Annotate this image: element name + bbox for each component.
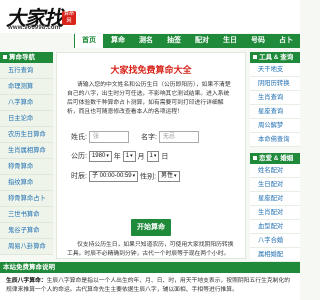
site-logo[interactable]: 大家找 算命网 www.966998.com: [6, 2, 78, 33]
nav-item-name-test[interactable]: 测名: [132, 34, 160, 48]
note-text: 仅支持公历生日，如果只知道农历，可使用大家找阴阳历转换工具。时辰不必精确到分钟，…: [67, 242, 234, 257]
year-unit: 年: [113, 153, 121, 161]
tool-item-buddha[interactable]: 本命佛查询: [250, 133, 300, 147]
gender-label: 性别:: [140, 173, 157, 181]
tools-heading: 工具 & 查询: [250, 52, 300, 63]
sidebar-item-fingerprint[interactable]: 指纹算命: [0, 175, 53, 191]
header: 大家找 算命网 www.966998.com: [0, 0, 300, 33]
bottom-section: 本站免费算命说明 生辰八字算命：生辰八字算命是指以一个人出生的年、月、日、时，用…: [0, 262, 300, 300]
tools-list: 天干地支 阴阳历转换 生肖查询 星座查询 周公解梦 本命佛查询: [250, 63, 300, 147]
time-gender-row: 时辰: 子 00:00-00:59▾ 性别: 男性▾: [63, 171, 180, 182]
sidebar-item-rizhu[interactable]: 日主论命: [0, 111, 53, 127]
sidebar-item-zhouyi[interactable]: 周易八卦算命: [0, 239, 53, 255]
bottom-text: 生辰八字算命：生辰八字算命是指以一个人出生的年、月、日、时，用天干地支表示，按照…: [0, 273, 300, 299]
logo-badge: 算命网: [62, 11, 76, 25]
sidebar-item-wuxing[interactable]: 五行查询: [0, 63, 53, 79]
square-icon: [253, 55, 257, 60]
intro-text: 请输入您的中文姓名和公历生日（公历即阳历），如果不清楚自己的八字，出生时分可任选…: [67, 82, 231, 115]
sidebar-item-guiguzi[interactable]: 鬼谷子算命: [0, 223, 53, 239]
nav-item-draw-lots[interactable]: 抽签: [160, 34, 188, 48]
name-row: 姓氏: 张 名字: 无忌: [63, 131, 199, 143]
sidebar-item-zodiac[interactable]: 生肖属相算命: [0, 143, 53, 159]
chevron-down-icon: ▾: [106, 153, 109, 159]
month-unit: 月: [137, 153, 145, 161]
surname-input[interactable]: 张: [88, 131, 129, 143]
main-panel: 大家找免费算命大全 请输入您的中文姓名和公历生日（公历即阳历），如果不清楚自己的…: [56, 52, 246, 259]
love-heading: 恋爱 & 婚姻: [250, 153, 300, 164]
day-select[interactable]: 1▾: [146, 151, 160, 162]
page-title: 大家找免费算命大全: [110, 65, 192, 75]
bottom-text-title: 生辰八字算命：: [6, 278, 47, 284]
gender-value: 男性: [161, 173, 174, 179]
gregorian-label: 公历:: [71, 153, 87, 161]
tools-box: 工具 & 查询 天干地支 阴阳历转换 生肖查询 星座查询 周公解梦 本命佛查询: [250, 52, 300, 147]
month-value: 1: [125, 153, 130, 159]
nav-item-fortune[interactable]: 算命: [104, 34, 132, 48]
bottom-heading-text: 本站免费算命说明: [3, 264, 55, 271]
sidebar-item-bone-divination[interactable]: 称骨算命占卜: [0, 191, 53, 207]
year-value: 1980: [91, 153, 106, 159]
left-sidebar-list: 五行查询 命理测算 八字算命 日主论命 农历生日算命 生肖属相算命 称骨算命 指…: [0, 63, 53, 255]
chevron-down-icon: ▾: [130, 153, 133, 159]
love-item-birthday[interactable]: 生日配对: [250, 178, 300, 192]
right-sidebar: 工具 & 查询 天干地支 阴阳历转换 生肖查询 星座查询 周公解梦 本命佛查询 …: [250, 52, 300, 262]
sidebar-item-mingli[interactable]: 命理测算: [0, 79, 53, 95]
nav-item-birthday[interactable]: 生日: [216, 34, 244, 48]
month-select[interactable]: 1▾: [122, 151, 136, 162]
left-sidebar-heading: 算命导航: [0, 52, 53, 63]
time-select[interactable]: 子 00:00-00:59▾: [88, 171, 139, 182]
birthday-row: 公历: 1980▾ 年 1▾ 月 1▾ 日: [63, 151, 168, 162]
nav-item-matching[interactable]: 配对: [188, 34, 216, 48]
sidebar-item-three-lives[interactable]: 三世书算命: [0, 207, 53, 223]
tool-item-constellation[interactable]: 星座查询: [250, 105, 300, 119]
nav-item-divination[interactable]: 占卜: [272, 34, 300, 48]
main-nav: 首页 算命 测名 抽签 配对 生日 号码 占卜: [74, 34, 300, 48]
sidebar-item-bazi[interactable]: 八字算命: [0, 95, 53, 111]
surname-label: 姓氏:: [71, 133, 87, 141]
nav-item-number[interactable]: 号码: [244, 34, 272, 48]
love-item-bazi-marriage[interactable]: 八字合婚: [250, 234, 300, 248]
site-url: www.966998.com: [8, 25, 61, 31]
sidebar-item-lunar-birthday[interactable]: 农历生日算命: [0, 127, 53, 143]
day-unit: 日: [161, 153, 169, 161]
bottom-heading: 本站免费算命说明: [0, 262, 300, 273]
sidebar-item-bone-weight[interactable]: 称骨算命: [0, 159, 53, 175]
tools-heading-text: 工具 & 查询: [259, 54, 294, 61]
tool-item-dream[interactable]: 周公解梦: [250, 119, 300, 133]
love-item-zodiac[interactable]: 生肖配对: [250, 206, 300, 220]
love-list: 姓名配对 生日配对 星座配对 生肖配对 血型配对 八字合婚 属相婚配: [250, 164, 300, 262]
love-item-name[interactable]: 姓名配对: [250, 164, 300, 178]
given-name-label: 名字:: [140, 133, 157, 141]
time-label: 时辰:: [71, 173, 87, 181]
left-sidebar-heading-text: 算命导航: [9, 54, 35, 61]
nav-item-home[interactable]: 首页: [75, 34, 103, 48]
tool-item-tiangan[interactable]: 天干地支: [250, 63, 300, 77]
love-item-constellation[interactable]: 星座配对: [250, 192, 300, 206]
chevron-down-icon: ▾: [153, 153, 157, 159]
love-item-zodiac-marriage[interactable]: 属相婚配: [250, 248, 300, 262]
chevron-down-icon: ▾: [132, 173, 136, 179]
start-fortune-button[interactable]: 开始算命: [131, 219, 171, 236]
year-select[interactable]: 1980▾: [88, 151, 112, 162]
love-box: 恋爱 & 婚姻 姓名配对 生日配对 星座配对 生肖配对 血型配对 八字合婚 属相…: [250, 153, 300, 262]
time-value: 子 00:00-00:59: [91, 173, 132, 179]
tool-item-zodiac[interactable]: 生肖查询: [250, 91, 300, 105]
love-item-blood[interactable]: 血型配对: [250, 220, 300, 234]
gender-select[interactable]: 男性▾: [158, 171, 180, 182]
square-icon: [253, 156, 257, 161]
chevron-down-icon: ▾: [174, 173, 177, 179]
square-icon: [3, 55, 7, 60]
love-heading-text: 恋爱 & 婚姻: [259, 155, 294, 162]
given-name-input[interactable]: 无忌: [158, 131, 199, 143]
page: 大家找 算命网 www.966998.com 首页 算命 测名 抽签 配对 生日…: [0, 0, 300, 300]
bottom-text-body: 生辰八字算命是指以一个人出生的年、月、日、时，用天干地支表示，按照阴阳五行生克制…: [6, 278, 291, 293]
day-value: 1: [149, 153, 153, 159]
tool-item-calendar-convert[interactable]: 阴阳历转换: [250, 77, 300, 91]
